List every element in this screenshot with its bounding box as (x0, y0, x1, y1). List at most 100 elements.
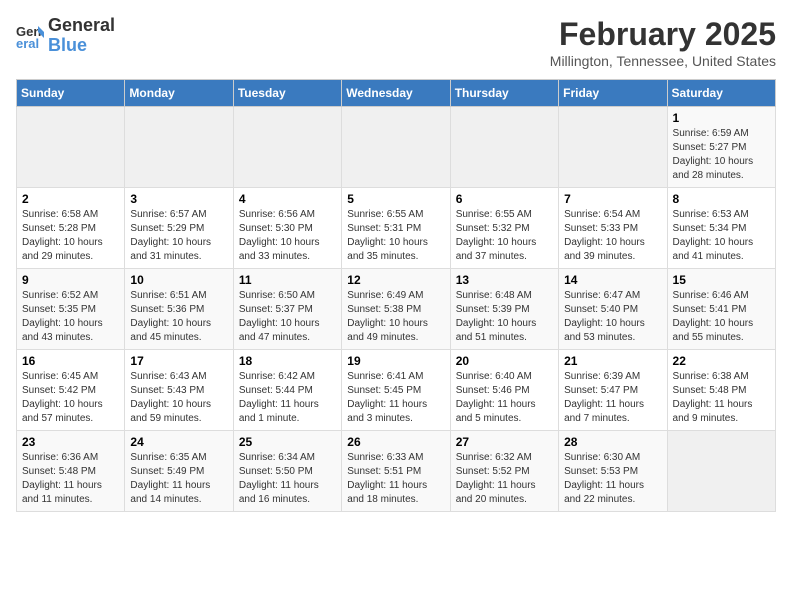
column-header-tuesday: Tuesday (233, 80, 341, 107)
day-number: 10 (130, 273, 227, 287)
calendar-cell: 12 Sunrise: 6:49 AM Sunset: 5:38 PM Dayli… (342, 269, 450, 350)
week-row-2: 2 Sunrise: 6:58 AM Sunset: 5:28 PM Daylig… (17, 188, 776, 269)
calendar-cell: 11 Sunrise: 6:50 AM Sunset: 5:37 PM Dayli… (233, 269, 341, 350)
calendar-cell: 7 Sunrise: 6:54 AM Sunset: 5:33 PM Daylig… (559, 188, 667, 269)
day-info: Sunrise: 6:56 AM Sunset: 5:30 PM Dayligh… (239, 208, 336, 264)
calendar-cell: 27 Sunrise: 6:32 AM Sunset: 5:52 PM Dayli… (450, 431, 558, 512)
day-number: 12 (347, 273, 444, 287)
day-number: 19 (347, 354, 444, 368)
calendar-cell: 22 Sunrise: 6:38 AM Sunset: 5:48 PM Dayli… (667, 350, 775, 431)
calendar-cell (125, 107, 233, 188)
day-number: 9 (22, 273, 119, 287)
calendar-cell: 17 Sunrise: 6:43 AM Sunset: 5:43 PM Dayli… (125, 350, 233, 431)
calendar-cell: 13 Sunrise: 6:48 AM Sunset: 5:39 PM Dayli… (450, 269, 558, 350)
column-header-sunday: Sunday (17, 80, 125, 107)
column-header-friday: Friday (559, 80, 667, 107)
page-subtitle: Millington, Tennessee, United States (550, 53, 776, 69)
day-number: 20 (456, 354, 553, 368)
day-number: 22 (673, 354, 770, 368)
day-number: 28 (564, 435, 661, 449)
day-number: 1 (673, 111, 770, 125)
calendar-cell: 24Sunrise: 6:35 AM Sunset: 5:49 PM Dayli… (125, 431, 233, 512)
calendar-cell (17, 107, 125, 188)
week-row-4: 16 Sunrise: 6:45 AM Sunset: 5:42 PM Dayli… (17, 350, 776, 431)
day-info: Sunrise: 6:35 AM Sunset: 5:49 PM Dayligh… (130, 451, 227, 507)
column-header-monday: Monday (125, 80, 233, 107)
calendar-cell (667, 431, 775, 512)
title-area: February 2025 Millington, Tennessee, Uni… (550, 16, 776, 69)
day-info: Sunrise: 6:53 AM Sunset: 5:34 PM Dayligh… (673, 208, 770, 264)
day-info: Sunrise: 6:45 AM Sunset: 5:42 PM Dayligh… (22, 370, 119, 426)
calendar-cell: 23Sunrise: 6:36 AM Sunset: 5:48 PM Dayli… (17, 431, 125, 512)
column-header-wednesday: Wednesday (342, 80, 450, 107)
calendar-cell: 8 Sunrise: 6:53 AM Sunset: 5:34 PM Daylig… (667, 188, 775, 269)
calendar-cell: 3Sunrise: 6:57 AM Sunset: 5:29 PM Daylig… (125, 188, 233, 269)
day-number: 26 (347, 435, 444, 449)
day-info: Sunrise: 6:43 AM Sunset: 5:43 PM Dayligh… (130, 370, 227, 426)
day-number: 27 (456, 435, 553, 449)
calendar-cell: 9 Sunrise: 6:52 AM Sunset: 5:35 PM Daylig… (17, 269, 125, 350)
week-row-5: 23Sunrise: 6:36 AM Sunset: 5:48 PM Dayli… (17, 431, 776, 512)
logo: Gen eral General Blue (16, 16, 115, 56)
calendar-cell (559, 107, 667, 188)
calendar-table: SundayMondayTuesdayWednesdayThursdayFrid… (16, 79, 776, 512)
day-number: 16 (22, 354, 119, 368)
svg-text:eral: eral (16, 36, 39, 50)
column-header-saturday: Saturday (667, 80, 775, 107)
calendar-cell: 16 Sunrise: 6:45 AM Sunset: 5:42 PM Dayli… (17, 350, 125, 431)
day-number: 15 (673, 273, 770, 287)
calendar-cell (450, 107, 558, 188)
day-info: Sunrise: 6:58 AM Sunset: 5:28 PM Dayligh… (22, 208, 119, 264)
day-info: Sunrise: 6:55 AM Sunset: 5:31 PM Dayligh… (347, 208, 444, 264)
day-number: 18 (239, 354, 336, 368)
day-number: 23 (22, 435, 119, 449)
day-number: 2 (22, 192, 119, 206)
day-info: Sunrise: 6:51 AM Sunset: 5:36 PM Dayligh… (130, 289, 227, 345)
calendar-cell: 19 Sunrise: 6:41 AM Sunset: 5:45 PM Dayli… (342, 350, 450, 431)
day-info: Sunrise: 6:48 AM Sunset: 5:39 PM Dayligh… (456, 289, 553, 345)
day-info: Sunrise: 6:52 AM Sunset: 5:35 PM Dayligh… (22, 289, 119, 345)
day-number: 4 (239, 192, 336, 206)
calendar-cell: 28 Sunrise: 6:30 AM Sunset: 5:53 PM Dayli… (559, 431, 667, 512)
day-info: Sunrise: 6:42 AM Sunset: 5:44 PM Dayligh… (239, 370, 336, 426)
day-info: Sunrise: 6:59 AM Sunset: 5:27 PM Dayligh… (673, 127, 770, 183)
day-info: Sunrise: 6:39 AM Sunset: 5:47 PM Dayligh… (564, 370, 661, 426)
day-number: 8 (673, 192, 770, 206)
day-info: Sunrise: 6:30 AM Sunset: 5:53 PM Dayligh… (564, 451, 661, 507)
calendar-cell (233, 107, 341, 188)
calendar-cell: 25Sunrise: 6:34 AM Sunset: 5:50 PM Dayli… (233, 431, 341, 512)
calendar-cell: 15Sunrise: 6:46 AM Sunset: 5:41 PM Dayli… (667, 269, 775, 350)
day-number: 5 (347, 192, 444, 206)
page-title: February 2025 (550, 16, 776, 53)
calendar-cell: 10 Sunrise: 6:51 AM Sunset: 5:36 PM Dayli… (125, 269, 233, 350)
day-info: Sunrise: 6:32 AM Sunset: 5:52 PM Dayligh… (456, 451, 553, 507)
calendar-cell: 21 Sunrise: 6:39 AM Sunset: 5:47 PM Dayli… (559, 350, 667, 431)
calendar-cell: 2 Sunrise: 6:58 AM Sunset: 5:28 PM Daylig… (17, 188, 125, 269)
header: Gen eral General Blue February 2025 Mill… (16, 16, 776, 69)
day-number: 17 (130, 354, 227, 368)
day-number: 21 (564, 354, 661, 368)
day-info: Sunrise: 6:41 AM Sunset: 5:45 PM Dayligh… (347, 370, 444, 426)
calendar-cell: 26 Sunrise: 6:33 AM Sunset: 5:51 PM Dayli… (342, 431, 450, 512)
calendar-cell: 1 Sunrise: 6:59 AM Sunset: 5:27 PM Daylig… (667, 107, 775, 188)
day-info: Sunrise: 6:49 AM Sunset: 5:38 PM Dayligh… (347, 289, 444, 345)
day-info: Sunrise: 6:38 AM Sunset: 5:48 PM Dayligh… (673, 370, 770, 426)
day-number: 6 (456, 192, 553, 206)
day-header-row: SundayMondayTuesdayWednesdayThursdayFrid… (17, 80, 776, 107)
day-info: Sunrise: 6:54 AM Sunset: 5:33 PM Dayligh… (564, 208, 661, 264)
logo-icon: Gen eral (16, 22, 44, 50)
day-number: 25 (239, 435, 336, 449)
day-info: Sunrise: 6:40 AM Sunset: 5:46 PM Dayligh… (456, 370, 553, 426)
calendar-cell (342, 107, 450, 188)
day-info: Sunrise: 6:33 AM Sunset: 5:51 PM Dayligh… (347, 451, 444, 507)
day-number: 7 (564, 192, 661, 206)
week-row-1: 1 Sunrise: 6:59 AM Sunset: 5:27 PM Daylig… (17, 107, 776, 188)
day-number: 11 (239, 273, 336, 287)
calendar-cell: 4 Sunrise: 6:56 AM Sunset: 5:30 PM Daylig… (233, 188, 341, 269)
calendar-cell: 6 Sunrise: 6:55 AM Sunset: 5:32 PM Daylig… (450, 188, 558, 269)
calendar-cell: 14Sunrise: 6:47 AM Sunset: 5:40 PM Dayli… (559, 269, 667, 350)
day-info: Sunrise: 6:50 AM Sunset: 5:37 PM Dayligh… (239, 289, 336, 345)
day-info: Sunrise: 6:55 AM Sunset: 5:32 PM Dayligh… (456, 208, 553, 264)
day-number: 13 (456, 273, 553, 287)
logo-text: General Blue (48, 16, 115, 56)
